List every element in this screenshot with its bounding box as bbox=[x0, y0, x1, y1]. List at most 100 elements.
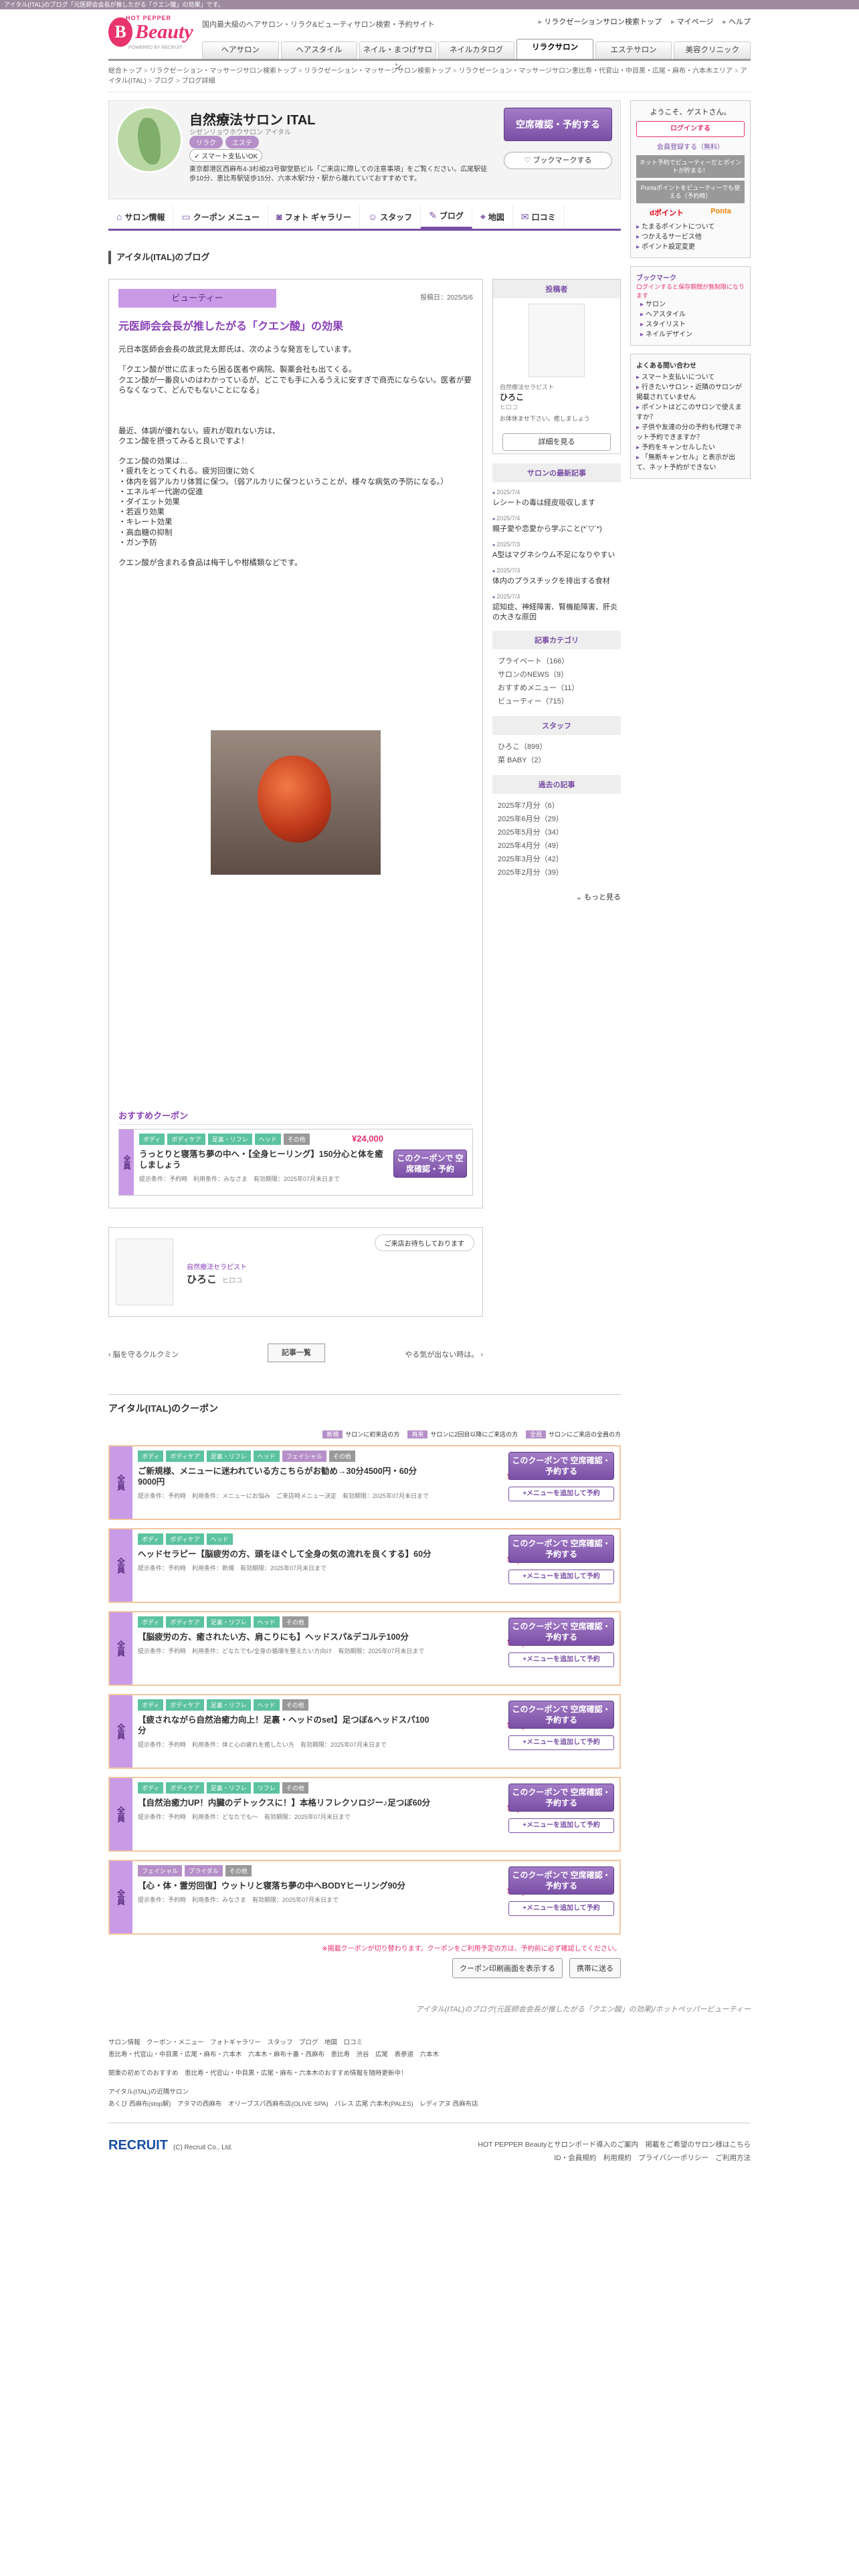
add-menu-button[interactable]: +メニューを追加して予約 bbox=[508, 1652, 614, 1667]
faq-link[interactable]: スマート支払いについて bbox=[636, 372, 745, 383]
more-archive-link[interactable]: ⌄ もっと見る bbox=[492, 891, 621, 902]
subtab-photo[interactable]: ◙ フォト ギャラリー bbox=[268, 205, 360, 229]
poster-detail-button[interactable]: 詳細を見る bbox=[502, 433, 611, 451]
category-link[interactable]: おすすめメニュー（11） bbox=[492, 681, 621, 695]
bookmark-stylist[interactable]: スタイリスト bbox=[640, 320, 745, 330]
add-menu-button[interactable]: +メニューを追加して予約 bbox=[508, 1735, 614, 1750]
post-list-button[interactable]: 記事一覧 bbox=[268, 1344, 325, 1362]
footer-guide-links[interactable]: HOT PEPPER Beautyとサロンボード導入のご案内 掲載をご希望のサロ… bbox=[478, 2138, 751, 2151]
print-coupon-button[interactable]: クーポン印刷画面を表示する bbox=[452, 1958, 563, 1978]
archive-link[interactable]: 2025年5月分（34） bbox=[492, 826, 621, 839]
next-post-link[interactable]: やる気が出ない時は。 › bbox=[405, 1349, 483, 1360]
coupon-reserve-button[interactable]: このクーポンで 空席確認・予約する bbox=[508, 1866, 614, 1895]
add-menu-button[interactable]: +メニューを追加して予約 bbox=[508, 1487, 614, 1501]
coupon-title[interactable]: 【心・体・霊労回復】ウットリと寝落ち夢の中へBODYヒーリング90分 bbox=[138, 1881, 432, 1891]
staff-link[interactable]: ひろこ（899） bbox=[492, 740, 621, 754]
footer-salon-links[interactable]: サロン情報 クーポン・メニュー フォトギャラリー スタッフ ブログ 地図 口コミ bbox=[108, 2037, 751, 2049]
recent-post[interactable]: 2025/7/4レシートの毒は経皮吸収します bbox=[492, 488, 621, 508]
reserve-button[interactable]: 空席確認・予約する bbox=[504, 108, 612, 141]
login-button[interactable]: ログインする bbox=[636, 121, 745, 137]
bookmark-hairstyle[interactable]: ヘアスタイル bbox=[640, 310, 745, 320]
coupon-title[interactable]: ヘッドセラピー【脳疲労の方、頭をほぐして全身の気の流れを良くする】60分 bbox=[138, 1549, 432, 1560]
add-menu-button[interactable]: +メニューを追加して予約 bbox=[508, 1570, 614, 1584]
category-link[interactable]: プライベート（166） bbox=[492, 655, 621, 668]
faq-link[interactable]: 予約をキャンセルしたい bbox=[636, 443, 745, 453]
coupon-reserve-button[interactable]: このクーポンで 空席確認・予約する bbox=[508, 1535, 614, 1563]
add-menu-button[interactable]: +メニューを追加して予約 bbox=[508, 1901, 614, 1916]
bookmark-salon[interactable]: サロン bbox=[640, 300, 745, 310]
breadcrumb-item[interactable]: 総合トップ bbox=[108, 68, 149, 75]
register-link[interactable]: 会員登録する（無料） bbox=[636, 141, 745, 151]
tab-hairstyle[interactable]: ヘアスタイル bbox=[280, 41, 358, 59]
points-setting-link[interactable]: ポイント設定変更 bbox=[636, 242, 745, 252]
staff-heading: スタッフ bbox=[492, 716, 621, 735]
subtab-staff[interactable]: ☺ スタッフ bbox=[360, 205, 421, 229]
subtab-blog[interactable]: ✎ ブログ bbox=[421, 205, 472, 229]
tab-relax[interactable]: リラクサロン bbox=[516, 39, 593, 59]
breadcrumb-item[interactable]: ブログ bbox=[154, 78, 181, 85]
site-logo[interactable]: HOT PEPPER B Beauty POWERED BY RECRUIT bbox=[108, 15, 193, 53]
coupon-title[interactable]: うっとりと寝落ち夢の中へ・【全身ヒーリング】150分心と体を癒しましょう bbox=[139, 1149, 387, 1170]
coupon-title[interactable]: 【疲されながら自然治癒力向上！足裏・ヘッドのset】足つぼ&ヘッドスパ100分 bbox=[138, 1715, 432, 1736]
send-mobile-button[interactable]: 携帯に送る bbox=[569, 1958, 621, 1978]
recent-post[interactable]: 2025/7/3認知症、神経障害、腎機能障害、肝炎の大きな原因 bbox=[492, 592, 621, 623]
faq-link[interactable]: 子供や友達の分の予約も代理でネット予約できますか？ bbox=[636, 423, 745, 443]
archive-link[interactable]: 2025年3月分（42） bbox=[492, 853, 621, 866]
author-name[interactable]: ひろこ bbox=[187, 1274, 217, 1285]
recruit-logo[interactable]: RECRUIT (C) Recruit Co., Ltd. bbox=[108, 2138, 233, 2153]
services-link[interactable]: つかえるサービス他 bbox=[636, 232, 745, 242]
coupon-title[interactable]: ご新規様、メニューに迷われている方こちらがお勧め→30分4500円・60分900… bbox=[138, 1466, 432, 1487]
coupon-title[interactable]: 【自然治癒力UP！内臓のデトックスに！】本格リフレクソロジー♪足つぼ60分 bbox=[138, 1798, 432, 1808]
faq-link[interactable]: 行きたいサロン・近隣のサロンが掲載されていません bbox=[636, 383, 745, 403]
faq-link[interactable]: ポイントはどこのサロンで使えますか？ bbox=[636, 403, 745, 423]
archive-link[interactable]: 2025年4月分（49） bbox=[492, 839, 621, 853]
archive-link[interactable]: 2025年6月分（29） bbox=[492, 813, 621, 826]
footer-policy-links[interactable]: ID・会員規約 利用規約 プライバシーポリシー ご利用方法 bbox=[478, 2151, 751, 2165]
recent-post[interactable]: 2025/7/4親子愛や恋愛から学ぶこと(*´▽`*) bbox=[492, 514, 621, 534]
subtab-reviews[interactable]: ✉ 口コミ bbox=[513, 205, 565, 229]
link-relax-top[interactable]: リラクゼーションサロン検索トップ bbox=[539, 16, 662, 27]
coupon-reserve-button[interactable]: このクーポンで 空席確認・予約 bbox=[393, 1150, 467, 1178]
salon-name[interactable]: 自然療法サロン ITAL bbox=[189, 109, 316, 128]
coupon-title[interactable]: 【脳疲労の方、癒されたい方、肩こりにも】ヘッドスパ&デコルテ100分 bbox=[138, 1632, 432, 1642]
footer-nearby-salons[interactable]: あくび 西麻布(stop解) アタマの西麻布 オリーブスパ西麻布店(OLIVE … bbox=[108, 2099, 751, 2111]
staff-link[interactable]: 菜 BABY（2） bbox=[492, 754, 621, 767]
coupon-reserve-button[interactable]: このクーポンで 空席確認・予約する bbox=[508, 1618, 614, 1646]
tab-esthe[interactable]: エステサロン bbox=[595, 41, 672, 59]
recent-post[interactable]: 2025/7/3体内のプラスチックを排出する食材 bbox=[492, 566, 621, 586]
bookmark-nail[interactable]: ネイルデザイン bbox=[640, 330, 745, 340]
coupon-icon: ▭ bbox=[181, 211, 191, 222]
breadcrumb-item[interactable]: リラクゼーション・マッサージサロン検索トップ bbox=[304, 68, 458, 75]
link-mypage[interactable]: マイページ bbox=[671, 16, 714, 27]
tab-nail-catalog[interactable]: ネイルカタログ bbox=[438, 41, 515, 59]
footer-recommend[interactable]: 関東の初めてのおすすめ 恵比寿・代官山・中目黒・広尾・麻布・六本木のおすすめ情報… bbox=[108, 2068, 751, 2080]
bookmark-button[interactable]: ♡ ブックマークする bbox=[504, 152, 612, 169]
subtab-coupon-menu[interactable]: ▭ クーポン メニュー bbox=[173, 205, 269, 229]
add-menu-button[interactable]: +メニューを追加して予約 bbox=[508, 1818, 614, 1833]
site-header: HOT PEPPER B Beauty POWERED BY RECRUIT 国… bbox=[108, 9, 751, 71]
archive-link[interactable]: 2025年2月分（39） bbox=[492, 866, 621, 879]
recent-date: 2025/7/4 bbox=[492, 488, 621, 498]
breadcrumb-item[interactable]: リラクゼーション・マッサージサロン検索トップ bbox=[149, 68, 304, 75]
subtab-map[interactable]: ⌖ 地図 bbox=[472, 205, 513, 229]
coupon-reserve-button[interactable]: このクーポンで 空席確認・予約する bbox=[508, 1452, 614, 1480]
tab-hair[interactable]: ヘアサロン bbox=[202, 41, 279, 59]
recent-post[interactable]: 2025/7/3A型はマグネシウム不足になりやすい bbox=[492, 540, 621, 560]
coupon-reserve-button[interactable]: このクーポンで 空席確認・予約する bbox=[508, 1784, 614, 1812]
category-link[interactable]: サロンのNEWS（9） bbox=[492, 668, 621, 681]
subtab-salon-info[interactable]: ⌂ サロン情報 bbox=[108, 205, 174, 229]
legend-text: サロンにご来店の全員の方 bbox=[549, 1431, 621, 1438]
coupon-reserve-button[interactable]: このクーポンで 空席確認・予約する bbox=[508, 1701, 614, 1729]
smart-pay-badge[interactable]: ✓ スマート支払いOK bbox=[189, 149, 263, 162]
tab-clinic[interactable]: 美容クリニック bbox=[674, 41, 751, 59]
faq-link[interactable]: 「無断キャンセル」と表示が出て、ネット予約ができない bbox=[636, 453, 745, 473]
article-category[interactable]: ビューティー bbox=[118, 289, 276, 308]
link-help[interactable]: ヘルプ bbox=[723, 16, 751, 27]
prev-post-link[interactable]: ‹ 脳を守るクルクミン bbox=[108, 1349, 179, 1360]
archive-link[interactable]: 2025年7月分（6） bbox=[492, 799, 621, 813]
tab-nail[interactable]: ネイル・まつげサロン bbox=[359, 41, 436, 71]
breadcrumb-item[interactable]: リラクゼーション・マッサージサロン恵比寿・代官山・中目黒・広尾・麻布・六本木エリ… bbox=[458, 68, 740, 75]
points-link[interactable]: たまるポイントについて bbox=[636, 222, 745, 232]
footer-area-links[interactable]: 恵比寿・代官山・中目黒・広尾・麻布・六本木 六本木・麻布十番・西麻布 恵比寿 渋… bbox=[108, 2049, 751, 2061]
category-link[interactable]: ビューティー（715） bbox=[492, 695, 621, 708]
